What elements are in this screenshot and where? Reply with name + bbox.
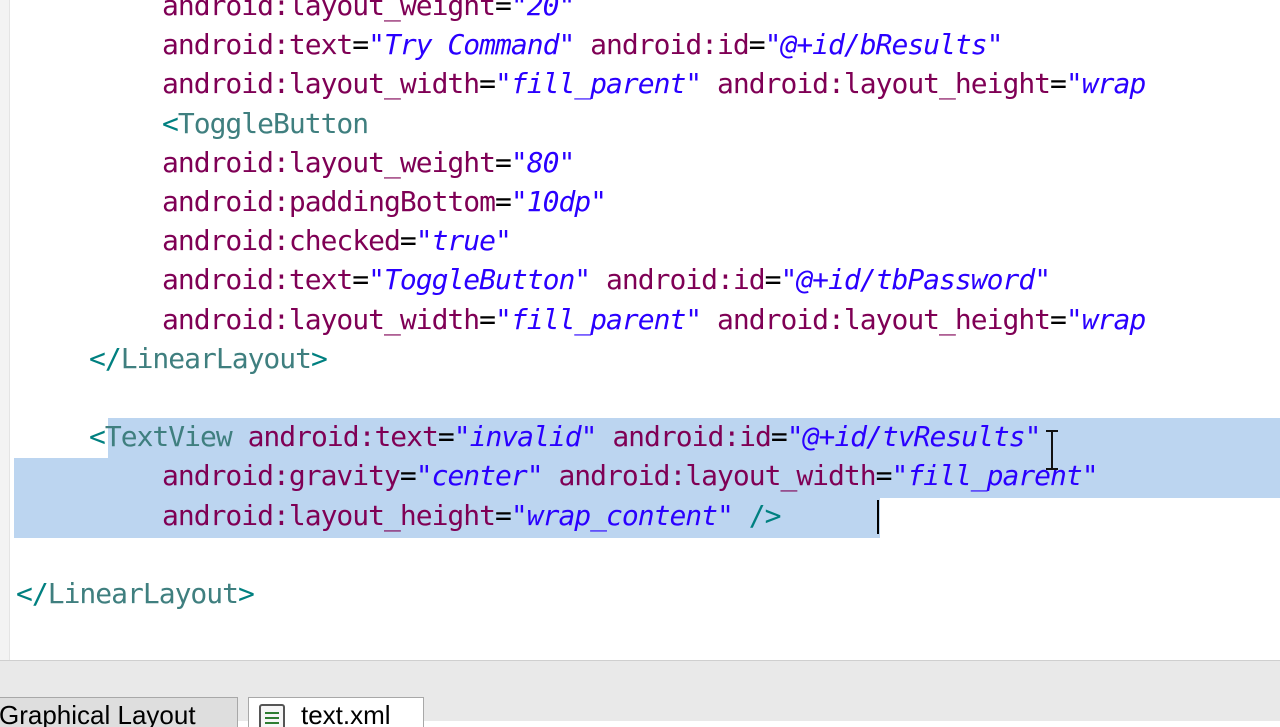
code-token: "10dp" (510, 185, 607, 218)
code-token: = (770, 420, 788, 454)
code-token: "wrap (1065, 302, 1146, 336)
code-token: "Try Command" (368, 28, 575, 62)
code-line: android:text="Try Command" android:id="@… (162, 25, 1004, 65)
code-token: android:id (590, 28, 750, 62)
code-token: "ToggleButton" (368, 263, 591, 297)
code-token: android:checked (162, 224, 401, 258)
code-token: < (89, 420, 106, 454)
code-token: = (352, 263, 369, 297)
code-line: android:layout_width="fill_parent" andro… (162, 64, 1146, 104)
code-token: "@+id/tvResults" (786, 420, 1042, 454)
code-token: = (437, 420, 455, 454)
ibeam-cursor-icon (1046, 430, 1058, 470)
code-token: android:id (606, 263, 766, 297)
code-line: <TextView android:text="invalid" android… (89, 417, 1042, 457)
code-token: ToggleButton (177, 106, 369, 140)
code-token: LinearLayout (47, 577, 239, 610)
code-token: = (495, 0, 512, 22)
code-token: = (479, 302, 496, 336)
code-token: "center" (415, 459, 544, 493)
code-token: "invalid" (453, 420, 598, 454)
code-token: = (495, 145, 512, 179)
code-line: </LinearLayout> (16, 574, 255, 614)
code-token: android:text (247, 420, 439, 454)
code-token: > (311, 341, 328, 375)
code-token: = (764, 263, 782, 297)
xml-code-editor[interactable]: android:layout_weight="20" android:text="… (0, 0, 1280, 660)
code-token: "fill_parent" (891, 459, 1098, 493)
editor-gutter (0, 0, 10, 660)
code-token: android:layout_weight (162, 0, 496, 22)
code-token: "wrap (1065, 67, 1146, 101)
code-line: android:layout_weight="80" (162, 143, 575, 183)
code-token: "wrap_content" (510, 498, 734, 532)
code-token: android:layout_height (717, 302, 1051, 336)
code-token: /> (748, 498, 782, 532)
code-token: = (352, 28, 369, 62)
code-token: android:layout_width (162, 302, 480, 336)
code-token: </ (16, 577, 49, 610)
code-token: "true" (415, 224, 512, 258)
code-line: android:gravity="center" android:layout_… (162, 456, 1099, 496)
editor-tab-bar: Graphical Layout text.xml (0, 660, 1280, 727)
code-token: android:gravity (162, 459, 401, 493)
code-token: = (1050, 302, 1067, 336)
tab-graphical-layout[interactable]: Graphical Layout (0, 697, 238, 727)
code-token: = (495, 185, 512, 218)
code-line: android:text="ToggleButton" android:id="… (162, 260, 1051, 300)
code-token: > (238, 577, 255, 610)
tab-graphical-layout-label: Graphical Layout (0, 700, 196, 727)
code-token: android:layout_width (558, 459, 876, 493)
code-token: "fill_parent" (495, 302, 702, 336)
code-line: android:paddingBottom="10dp" (162, 182, 607, 222)
code-token: android:layout_width (162, 67, 480, 101)
code-token: android:text (162, 28, 353, 62)
code-line: android:layout_width="fill_parent" andro… (162, 300, 1146, 340)
code-token: LinearLayout (120, 341, 312, 375)
code-line: </LinearLayout> (89, 339, 328, 379)
tab-xml-source[interactable]: text.xml (248, 697, 424, 727)
code-token: "@+id/tbPassword" (780, 263, 1051, 297)
tab-xml-source-label: text.xml (301, 700, 391, 727)
code-token: = (479, 67, 496, 101)
code-token: android:paddingBottom (162, 185, 496, 218)
code-token: = (748, 28, 766, 62)
code-token: </ (89, 341, 122, 375)
code-token: "@+id/bResults" (764, 28, 1004, 62)
code-token: = (399, 224, 417, 258)
code-token: "20" (510, 0, 575, 22)
code-line: android:checked="true" (162, 221, 512, 261)
code-line: <ToggleButton (162, 104, 369, 144)
code-line: android:layout_weight="20" (162, 0, 575, 26)
code-token: android:layout_height (717, 67, 1051, 101)
code-token: "fill_parent" (495, 67, 702, 101)
code-token: = (875, 459, 893, 493)
code-token: = (1050, 67, 1067, 101)
code-token: android:layout_weight (162, 145, 496, 179)
code-token: = (495, 498, 512, 532)
code-token: "80" (510, 145, 575, 179)
code-token: android:layout_height (162, 498, 496, 532)
code-token: TextView (104, 420, 233, 454)
code-token: android:text (162, 263, 353, 297)
code-line: android:layout_height="wrap_content" /> (162, 496, 782, 536)
text-caret (877, 500, 879, 534)
xml-file-icon (259, 704, 285, 727)
code-token: = (399, 459, 417, 493)
code-token: < (162, 106, 179, 140)
code-token: android:id (612, 420, 772, 454)
